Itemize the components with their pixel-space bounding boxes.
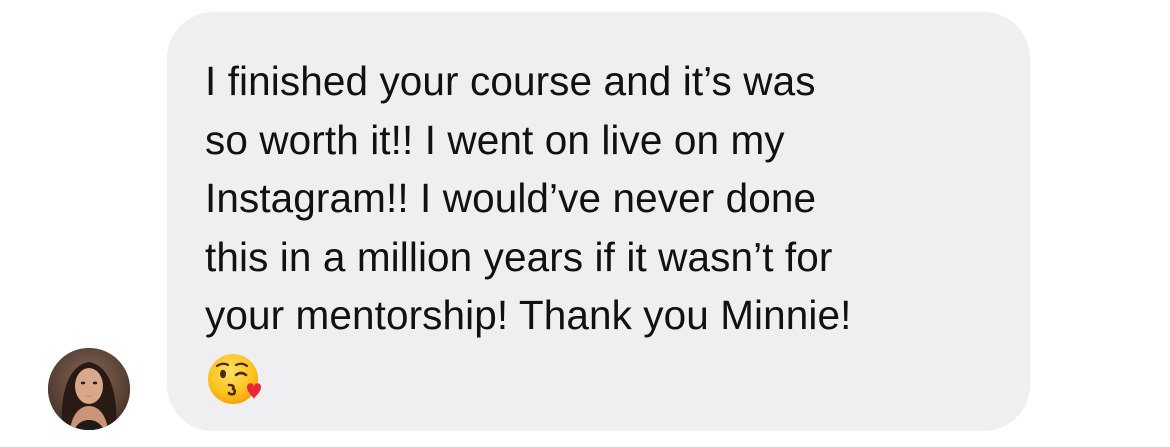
sender-avatar[interactable] (48, 348, 130, 430)
message-line: I finished your course and it’s was (205, 58, 816, 104)
message-line: Instagram!! I would’ve never done (205, 175, 817, 221)
message-thread: I finished your course and it’s was so w… (0, 0, 1170, 447)
message-line: so worth it!! I went on live on my (205, 116, 785, 163)
kissing-face-emoji-icon (205, 349, 265, 409)
avatar-photo-icon (48, 348, 130, 430)
message-bubble[interactable]: I finished your course and it’s was so w… (167, 12, 1030, 431)
message-line: this in a million years if it wasn’t for (205, 233, 833, 280)
message-text: I finished your course and it’s was so w… (205, 52, 990, 345)
message-line: your mentorship! Thank you Minnie! (205, 292, 852, 338)
